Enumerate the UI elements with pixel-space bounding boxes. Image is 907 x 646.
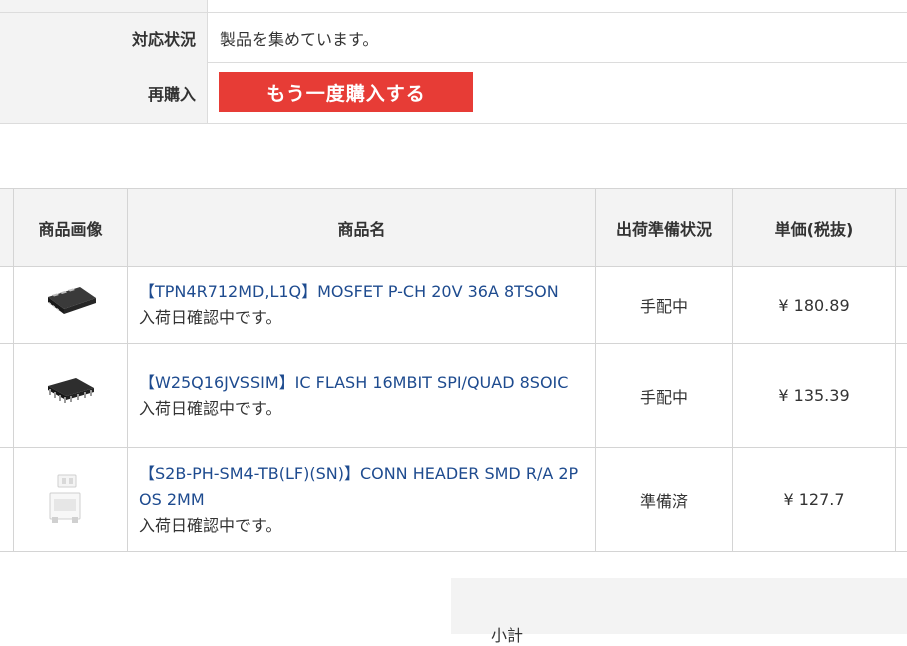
product-name-link[interactable]: 【S2B-PH-SM4-TB(LF)(SN)】CONN HEADER SMD R…: [139, 461, 589, 513]
subtotal-label: 小計: [491, 626, 524, 645]
chip-8tson-icon[interactable]: [40, 282, 100, 328]
product-name-link[interactable]: 【W25Q16JVSSIM】IC FLASH 16MBIT SPI/QUAD 8…: [139, 370, 589, 396]
rebuy-label: 再購入: [0, 62, 208, 123]
status-value: 製品を集めています。: [220, 29, 379, 49]
unit-price: ¥ 127.7: [783, 490, 845, 509]
header-name: 商品名: [337, 219, 386, 239]
shipping-status: 手配中: [639, 387, 688, 407]
info-label-empty: [0, 0, 208, 12]
header-image: 商品画像: [38, 219, 103, 239]
arrival-note: 入荷日確認中です。: [139, 398, 282, 418]
info-row-rebuy: 再購入 もう一度購入する: [0, 62, 907, 124]
col-divider: [895, 189, 896, 552]
header-shipping: 出荷準備状況: [615, 219, 712, 239]
rebuy-button[interactable]: もう一度購入する: [219, 72, 473, 112]
connector-header-icon[interactable]: [44, 473, 88, 531]
unit-price: ¥ 135.39: [778, 386, 850, 405]
list-item: 【S2B-PH-SM4-TB(LF)(SN)】CONN HEADER SMD R…: [139, 448, 589, 551]
shipping-status: 手配中: [639, 297, 688, 316]
info-row-status: 対応状況 製品を集めています。: [0, 12, 907, 63]
row-divider: [0, 551, 907, 552]
product-table: 商品画像 商品名 出荷準備状況 単価(税抜) 【TPN4R712MD,L1Q】M…: [0, 188, 907, 553]
unit-price: ¥ 180.89: [778, 295, 850, 315]
status-label: 対応状況: [0, 13, 208, 62]
arrival-note: 入荷日確認中です。: [139, 308, 282, 327]
list-item: 【W25Q16JVSSIM】IC FLASH 16MBIT SPI/QUAD 8…: [139, 344, 589, 447]
arrival-note: 入荷日確認中です。: [139, 515, 282, 535]
order-summary-box: 小計: [451, 578, 907, 645]
chip-8soic-icon[interactable]: [40, 374, 100, 418]
shipping-status: 準備済: [639, 491, 688, 511]
header-unit-price: 単価(税抜): [774, 219, 854, 239]
list-item: 【TPN4R712MD,L1Q】MOSFET P-CH 20V 36A 8TSO…: [139, 267, 589, 343]
product-name-link[interactable]: 【TPN4R712MD,L1Q】MOSFET P-CH 20V 36A 8TSO…: [139, 279, 589, 305]
